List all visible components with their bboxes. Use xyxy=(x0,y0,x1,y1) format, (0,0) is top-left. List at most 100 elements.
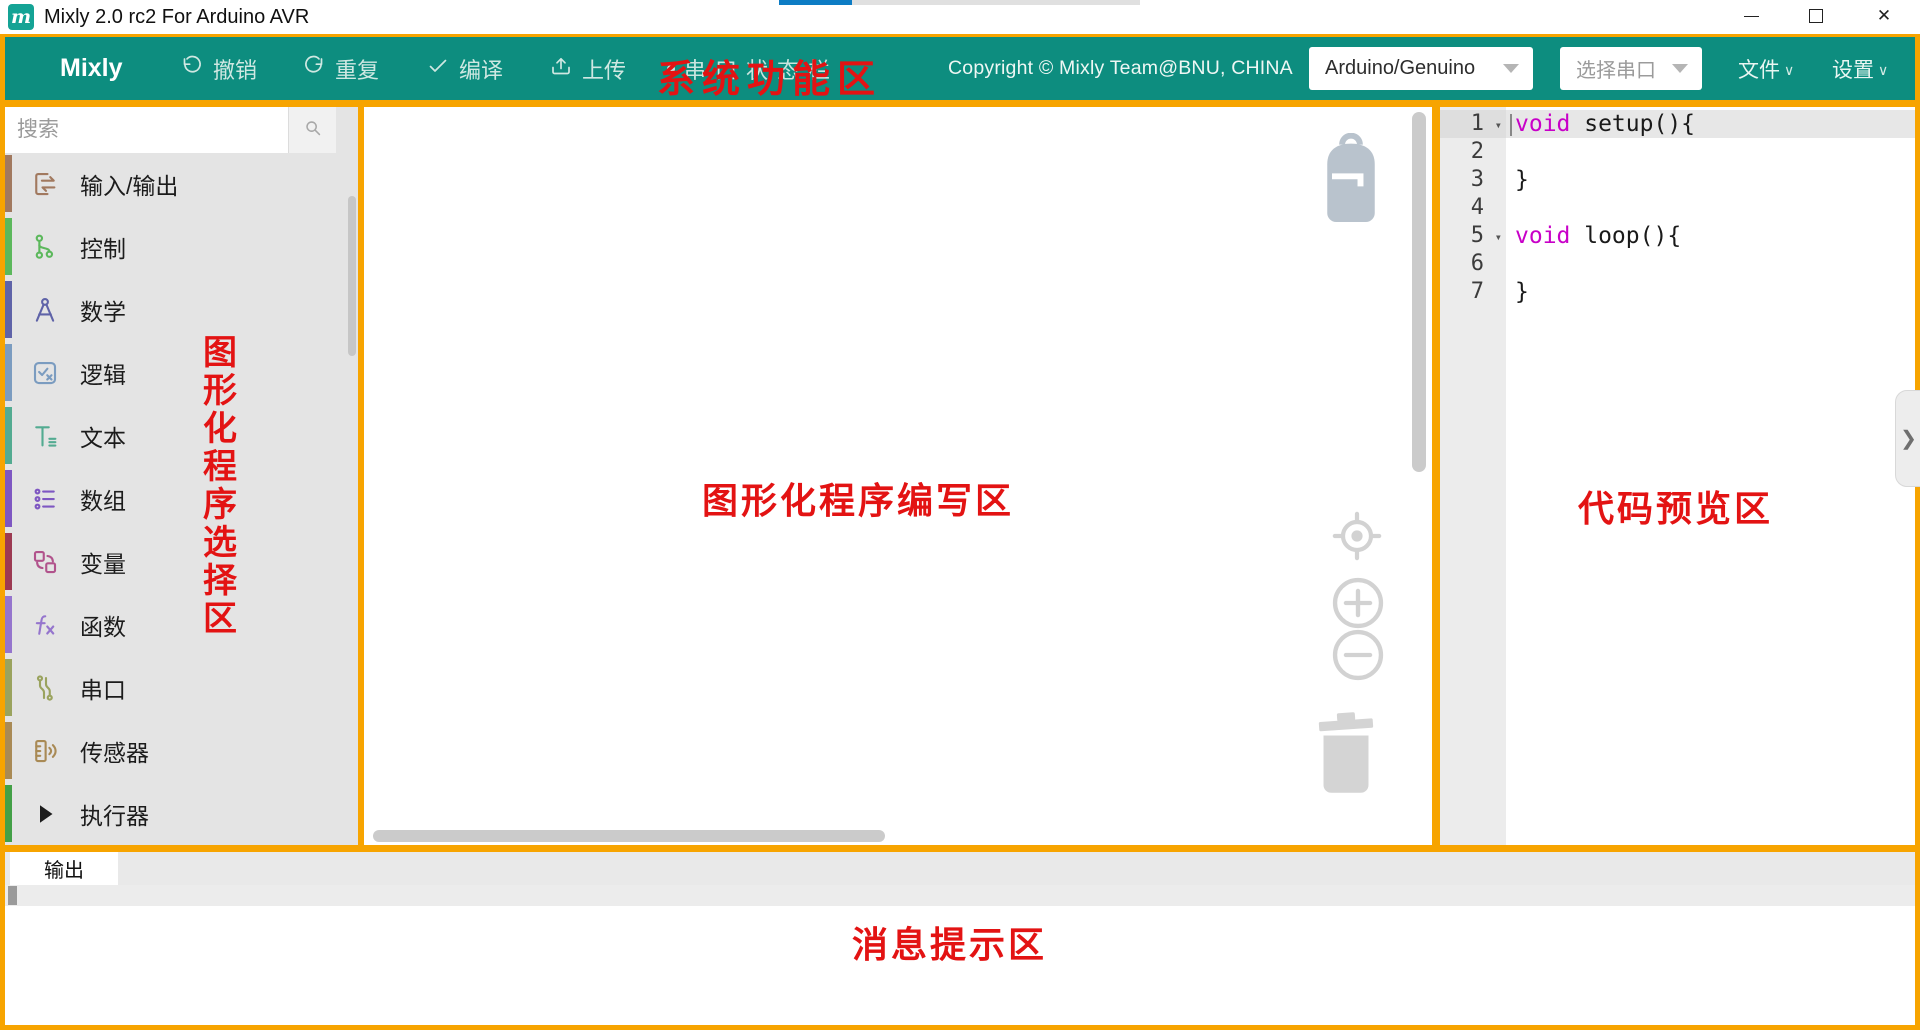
sidebar-item-io[interactable]: 输入/输出 xyxy=(5,152,358,215)
port-select[interactable]: 选择串口 xyxy=(1560,47,1702,90)
category-label: 文本 xyxy=(80,419,126,453)
sensor-icon xyxy=(29,735,61,767)
mixly-logo-icon: m xyxy=(8,4,34,30)
sidebar-item-text[interactable]: 文本 xyxy=(5,404,358,467)
code-token: void xyxy=(1515,111,1570,137)
line-number: 7 xyxy=(1471,278,1484,306)
control-icon xyxy=(29,231,61,263)
category-label: 数组 xyxy=(80,482,126,516)
code-token: void xyxy=(1515,223,1570,249)
file-menu-label: 文件 xyxy=(1738,54,1780,84)
code-text: } xyxy=(1515,278,1529,306)
code-line: 5▾void loop(){ xyxy=(1440,222,1915,250)
board-select-value: Arduino/Genuino xyxy=(1325,57,1475,80)
maximize-button[interactable] xyxy=(1792,0,1840,32)
logic-icon xyxy=(29,357,61,389)
copyright-label: Copyright © Mixly Team@BNU, CHINA xyxy=(948,57,1293,80)
code-line: 6 xyxy=(1440,250,1915,278)
line-number: 1 xyxy=(1471,110,1484,138)
main-toolbar: Mixly 撤销 重复 编译 上传 串口状态栏 Copyright © Mixl… xyxy=(5,37,1915,100)
bullet-dot-icon xyxy=(667,65,675,73)
code-line: 3} xyxy=(1440,166,1915,194)
fold-marker-icon[interactable]: ▾ xyxy=(1495,111,1502,139)
code-line: 7} xyxy=(1440,278,1915,306)
category-color-bar xyxy=(5,344,12,401)
function-icon xyxy=(29,609,61,641)
serial-status-button[interactable]: 串口状态栏 xyxy=(667,37,839,100)
minimize-icon xyxy=(1744,16,1759,17)
panel-expander-button[interactable]: ❯ xyxy=(1895,390,1920,487)
output-tabstrip: 输出 xyxy=(5,852,1915,885)
variable-icon xyxy=(29,546,61,578)
sidebar-item-sensor[interactable]: 传感器 xyxy=(5,719,358,782)
category-label: 逻辑 xyxy=(80,356,126,390)
category-label: 串口 xyxy=(80,671,126,705)
mixly-menu[interactable]: Mixly xyxy=(60,37,123,100)
block-workspace-canvas[interactable] xyxy=(364,107,1432,845)
category-color-bar xyxy=(5,155,12,212)
search-input[interactable] xyxy=(5,107,288,153)
category-label: 传感器 xyxy=(80,734,149,768)
redo-button[interactable]: 重复 xyxy=(302,37,379,100)
close-button[interactable]: ✕ xyxy=(1860,0,1908,32)
block-category-sidebar: 输入/输出控制数学逻辑文本数组变量函数串口传感器执行器 xyxy=(5,107,358,845)
upload-button[interactable]: 上传 xyxy=(549,37,626,100)
line-number-cell: 7 xyxy=(1440,278,1506,306)
sidebar-item-array[interactable]: 数组 xyxy=(5,467,358,530)
category-color-bar xyxy=(5,281,12,338)
category-label: 函数 xyxy=(80,608,126,642)
chevron-down-icon: ∨ xyxy=(1878,62,1888,79)
center-blocks-button[interactable] xyxy=(1329,508,1385,569)
sidebar-item-function[interactable]: 函数 xyxy=(5,593,358,656)
trash-icon[interactable] xyxy=(1313,706,1379,803)
category-label: 控制 xyxy=(80,230,126,264)
canvas-horizontal-scrollbar[interactable] xyxy=(373,830,885,842)
line-number: 5 xyxy=(1471,222,1484,250)
canvas-vertical-scrollbar[interactable] xyxy=(1412,112,1426,472)
sidebar-item-variable[interactable]: 变量 xyxy=(5,530,358,593)
tab-output[interactable]: 输出 xyxy=(10,852,118,885)
line-number: 6 xyxy=(1471,250,1484,278)
serial-icon xyxy=(29,672,61,704)
board-select[interactable]: Arduino/Genuino xyxy=(1309,47,1533,90)
fold-marker-icon[interactable]: ▾ xyxy=(1495,223,1502,251)
category-label: 执行器 xyxy=(80,797,149,831)
undo-button[interactable]: 撤销 xyxy=(180,37,257,100)
compile-button[interactable]: 编译 xyxy=(426,37,503,100)
chevron-right-icon: ❯ xyxy=(1900,426,1917,451)
serial-status-label: 串口状态栏 xyxy=(684,53,839,85)
category-color-bar xyxy=(5,470,12,527)
redo-label: 重复 xyxy=(335,53,379,85)
code-token: setup(){ xyxy=(1570,111,1695,137)
tab-output-label: 输出 xyxy=(44,854,84,883)
maximize-icon xyxy=(1809,9,1823,23)
category-color-bar xyxy=(5,218,12,275)
sidebar-item-math[interactable]: 数学 xyxy=(5,278,358,341)
line-number: 3 xyxy=(1471,166,1484,194)
zoom-out-button[interactable] xyxy=(1329,626,1387,689)
close-icon: ✕ xyxy=(1877,6,1891,26)
sidebar-item-serial[interactable]: 串口 xyxy=(5,656,358,719)
line-number-cell: 4 xyxy=(1440,194,1506,222)
code-line: 4 xyxy=(1440,194,1915,222)
sidebar-scrollbar[interactable] xyxy=(348,196,356,356)
code-text: void setup(){ xyxy=(1515,110,1695,138)
actuator-icon xyxy=(29,798,61,830)
file-menu[interactable]: 文件 ∨ xyxy=(1738,37,1794,100)
minimize-button[interactable] xyxy=(1727,0,1775,32)
search-button[interactable] xyxy=(288,107,336,153)
console-scrollbar[interactable] xyxy=(8,886,17,905)
category-label: 变量 xyxy=(80,545,126,579)
window-title: Mixly 2.0 rc2 For Arduino AVR xyxy=(44,4,309,30)
line-number-cell: 3 xyxy=(1440,166,1506,194)
sidebar-item-control[interactable]: 控制 xyxy=(5,215,358,278)
code-token: } xyxy=(1515,279,1529,305)
titlebar: m Mixly 2.0 rc2 For Arduino AVR ✕ xyxy=(0,0,1920,34)
chevron-down-icon: ∨ xyxy=(1784,62,1794,79)
line-number-cell: 5▾ xyxy=(1440,222,1506,250)
sidebar-item-logic[interactable]: 逻辑 xyxy=(5,341,358,404)
redo-icon xyxy=(302,54,326,84)
settings-menu[interactable]: 设置 ∨ xyxy=(1832,37,1888,100)
sidebar-item-actuator[interactable]: 执行器 xyxy=(5,782,358,845)
backpack-icon[interactable] xyxy=(1318,133,1384,230)
